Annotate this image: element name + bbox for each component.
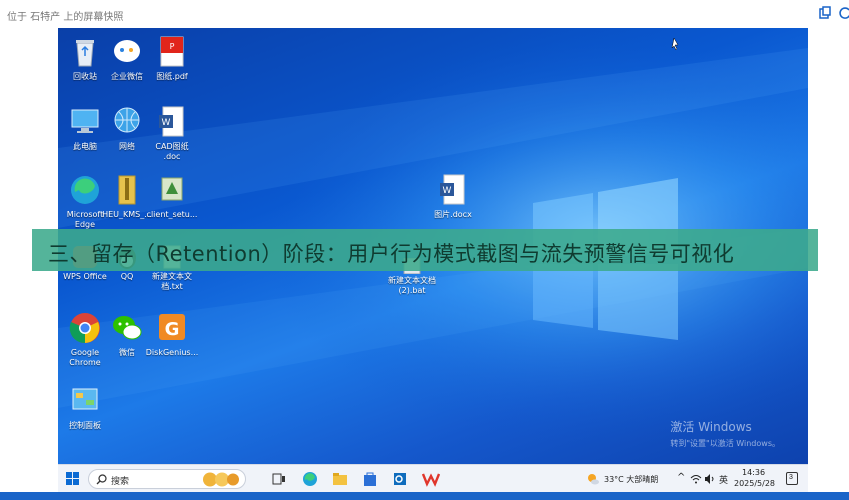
outlook-icon[interactable] — [392, 470, 408, 488]
desktop-icon-label: 新建文本文 — [152, 272, 192, 281]
banner-title: 三、留存（Retention）阶段：用户行为模式截图与流失预警信号可视化 — [48, 242, 735, 266]
wifi-icon[interactable] — [690, 474, 702, 484]
svg-text:G: G — [165, 319, 180, 340]
control-panel-icon — [72, 388, 98, 410]
notification-button[interactable]: 3 — [786, 472, 798, 485]
search-placeholder: 搜索 — [111, 477, 130, 487]
weather-icon — [588, 474, 599, 485]
network-icon — [114, 107, 140, 133]
taskbar-search-box[interactable]: 搜索 — [88, 469, 246, 489]
taskbar: 搜索 33°C 大部晴朗 ^ 英 14:36 2025/5/28 3 — [58, 464, 808, 492]
desktop-icon-label-2: .doc — [163, 152, 181, 161]
computer-icon — [71, 109, 99, 133]
edge-taskbar-icon[interactable] — [302, 470, 318, 488]
ime-indicator[interactable]: 英 — [719, 473, 728, 486]
recycle-bin-icon — [76, 40, 94, 67]
search-highlight-icon — [203, 472, 239, 487]
desktop-icon-pdf[interactable]: P 图纸.pdf — [145, 34, 199, 82]
desktop-icon-label: DiskGenius... — [145, 348, 199, 357]
desktop-icon-cad-doc[interactable]: W CAD图纸 .doc — [145, 104, 199, 162]
diskgenius-icon: G — [159, 314, 185, 340]
activation-subtitle: 转到"设置"以激活 Windows。 — [670, 439, 780, 448]
desktop-icon-label: 控制面板 — [69, 421, 101, 430]
wps-taskbar-icon[interactable] — [422, 470, 440, 488]
desktop-icon-image-docx[interactable]: W 图片.docx — [426, 172, 480, 220]
section-banner: 三、留存（Retention）阶段：用户行为模式截图与流失预警信号可视化 — [32, 229, 818, 271]
task-view-icon[interactable] — [272, 472, 286, 486]
activation-title: 激活 Windows — [670, 420, 752, 434]
svg-text:W: W — [443, 186, 452, 196]
viewer-header: 位于 石特产 上的屏幕快照 — [0, 0, 849, 28]
desktop-icon-diskgenius[interactable]: G DiskGenius... — [145, 310, 199, 358]
desktop-icon-label-2: Chrome — [69, 358, 101, 367]
desktop-icon-client-setup[interactable]: client_setu... — [145, 172, 199, 220]
archive-icon — [118, 175, 136, 205]
installer-icon — [161, 177, 183, 201]
file-explorer-icon[interactable] — [332, 470, 348, 488]
activation-watermark: 激活 Windows 转到"设置"以激活 Windows。 — [670, 418, 780, 449]
desktop-icon-label: 图纸.pdf — [156, 72, 188, 81]
tray-chevron-up-icon[interactable]: ^ — [677, 472, 685, 483]
wechat-icon — [113, 316, 142, 340]
desktop-icon-label-2: 档.txt — [161, 282, 183, 291]
desktop-icon-control-panel[interactable]: 控制面板 — [58, 383, 112, 431]
clock-time[interactable]: 14:36 — [742, 468, 765, 477]
refresh-icon[interactable] — [838, 6, 849, 20]
chrome-icon — [69, 313, 100, 344]
windows-start-icon[interactable] — [66, 472, 80, 486]
pdf-file-icon: P — [160, 36, 184, 67]
store-icon[interactable] — [362, 470, 378, 488]
search-icon — [96, 474, 107, 485]
desktop-icon-label: 图片.docx — [434, 210, 472, 219]
word-doc-icon: W — [440, 174, 465, 205]
volume-icon[interactable] — [704, 474, 716, 484]
desktop-icon-label: client_setu... — [146, 210, 198, 219]
edge-icon — [71, 176, 99, 204]
clock-date[interactable]: 2025/5/28 — [734, 479, 775, 488]
viewer-title: 位于 石特产 上的屏幕快照 — [7, 12, 124, 23]
wecom-icon — [114, 40, 140, 62]
word-doc-icon: W — [159, 106, 184, 137]
svg-text:P: P — [170, 42, 175, 51]
desktop-icon-label: 新建文本文档 — [388, 276, 436, 285]
weather-text[interactable]: 33°C 大部晴朗 — [604, 474, 658, 485]
desktop-icon-label: CAD图纸 — [155, 142, 189, 151]
copy-icon[interactable] — [818, 6, 832, 20]
viewer-bottom-strip — [0, 492, 849, 500]
svg-text:W: W — [162, 118, 171, 128]
notification-count: 3 — [789, 474, 793, 481]
desktop-icon-label-2: (2).bat — [398, 286, 426, 295]
